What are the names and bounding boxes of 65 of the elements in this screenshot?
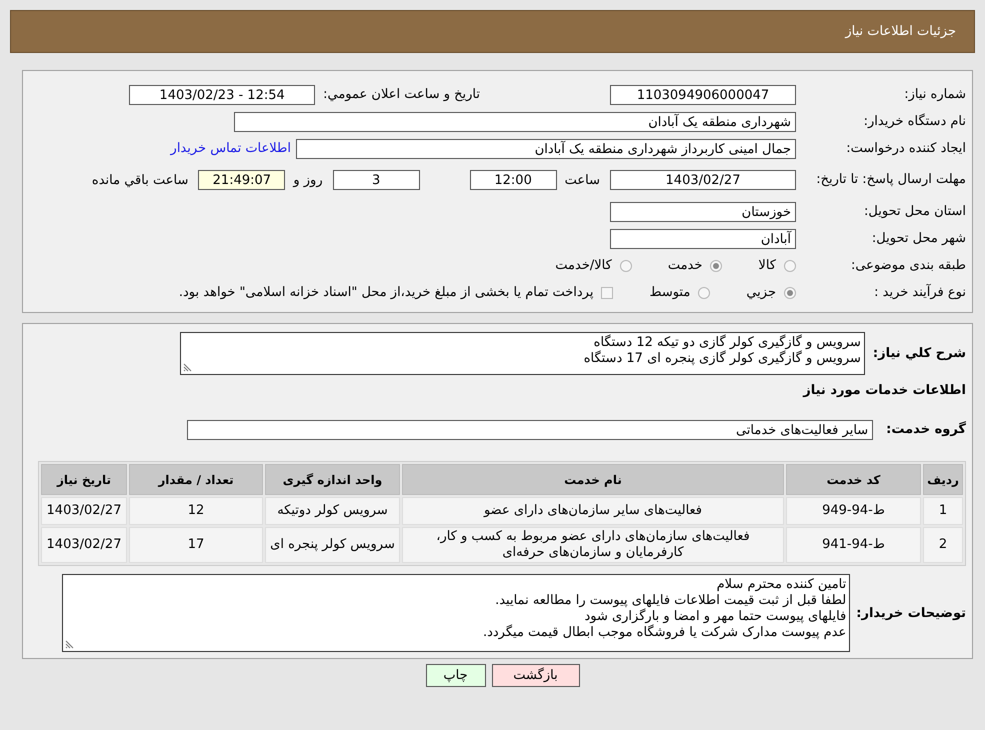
summary-field[interactable]: سرویس و گازگیری کولر گازی دو تیکه 12 دستگاه سرویس و گازگیری کولر گازی پنجره ای 17 دستگاه	[180, 332, 865, 375]
creator-field[interactable]: جمال امینی کاربرداز شهرداری منطقه یک آبادان	[296, 138, 796, 158]
table-cell: 12	[129, 497, 263, 525]
radio-button[interactable]	[698, 286, 710, 298]
field-label: تاریخ و ساعت اعلان عمومي:	[323, 87, 480, 102]
checkbox[interactable]	[601, 286, 614, 298]
back-button[interactable]: بازگشت	[492, 664, 580, 687]
radio-button[interactable]	[784, 286, 796, 298]
table-cell: 17	[129, 527, 263, 563]
print-button[interactable]: چاپ	[426, 664, 486, 687]
resize-grip-icon[interactable]	[65, 640, 74, 649]
column-header: کد خدمت	[786, 464, 921, 495]
column-header: ردیف	[923, 464, 963, 495]
option-label: متوسط	[649, 285, 690, 300]
field-label: مهلت ارسال پاسخ: تا تاریخ:	[815, 172, 966, 188]
field-label: ساعت	[564, 172, 600, 188]
radio-button[interactable]	[784, 260, 796, 272]
field-label: روز و	[293, 172, 323, 188]
page-title: جزئیات اطلاعات نیاز	[845, 24, 956, 39]
service-group-field[interactable]: سایر فعالیت‌های خدماتی	[187, 420, 874, 440]
table-cell: سرویس کولر پنجره ای	[265, 527, 400, 563]
days-field[interactable]: 3	[332, 170, 420, 190]
radio-button[interactable]	[710, 260, 722, 272]
resize-grip-icon[interactable]	[182, 363, 192, 372]
field-label: استان محل تحویل:	[863, 204, 966, 219]
remaining-time-field[interactable]: 21:49:07	[198, 170, 286, 190]
field-label: گروه خدمت:	[886, 422, 966, 437]
deadline-time-field[interactable]: 12:00	[470, 170, 557, 190]
radio-button[interactable]	[620, 260, 632, 272]
notes-field[interactable]: تامین کننده محترم سلام لطفا قبل از ثبت قیمت اطلاعات فایلهای پیوست را مطالعه نمایید. فایلهای پیوست حتما مهر و امضا و بارگزاری شود عدم پیوست مدارک شرکت یا فروشگاه موجب ابطال قیمت میگردد.	[62, 574, 850, 652]
option-label: خدمت	[668, 258, 702, 273]
column-header: واحد اندازه گیری	[265, 464, 400, 495]
table-cell: فعالیت‌های سازمان‌های دارای عضو مربوط به کسب و کار، کارفرمایان و سازمان‌های حرفه‌ای	[402, 527, 784, 563]
section-heading: اطلاعات خدمات مورد نیاز	[802, 383, 966, 398]
field-label: نوع فرآیند خرید :	[873, 285, 966, 300]
option-label: کالا/خدمت	[555, 258, 612, 273]
city-field[interactable]: آبادان	[610, 228, 796, 248]
field-label: شهر محل تحویل:	[870, 231, 966, 246]
province-field[interactable]: خوزستان	[610, 202, 796, 222]
announce-date-field[interactable]: 1403/02/23 - 12:54	[129, 84, 316, 104]
table-cell: 1	[923, 497, 963, 525]
table-cell: سرویس کولر دوتیکه	[265, 497, 400, 525]
buyer-name-field[interactable]: شهرداری منطقه یک آبادان	[234, 112, 796, 132]
table-cell: ط-94-949	[786, 497, 921, 525]
field-label: شرح كلي نياز:	[872, 346, 966, 361]
table-cell: ط-94-941	[786, 527, 921, 563]
option-label: کالا	[758, 258, 776, 273]
checkbox-label: پرداخت تمام یا بخشی از مبلغ خرید،از محل "اسناد خزانه اسلامی" خواهد بود.	[178, 285, 594, 300]
table-cell: 1403/02/27	[41, 527, 127, 563]
field-label: ایجاد کننده درخواست:	[845, 141, 966, 156]
option-label: جزيي	[746, 285, 776, 300]
field-label: طبقه بندی موضوعی:	[850, 258, 966, 273]
table-cell: فعالیت‌های سایر سازمان‌های دارای عضو	[402, 497, 784, 525]
column-header: تاریخ نیاز	[41, 464, 127, 495]
deadline-date-field[interactable]: 1403/02/27	[610, 170, 796, 190]
need-number-field[interactable]: 1103094906000047	[610, 84, 796, 104]
field-label: نام دستگاه خریدار:	[862, 114, 966, 129]
column-header: تعداد / مقدار	[129, 464, 263, 495]
field-label: توضیحات خریدار:	[856, 606, 966, 620]
table-cell: 2	[923, 527, 963, 563]
contact-link[interactable]: اطلاعات تماس خریدار	[170, 141, 291, 156]
table-cell: 1403/02/27	[41, 497, 127, 525]
field-label: شماره نیاز:	[903, 87, 966, 102]
field-label: ساعت باقي مانده	[92, 172, 188, 188]
column-header: نام خدمت	[402, 464, 784, 495]
